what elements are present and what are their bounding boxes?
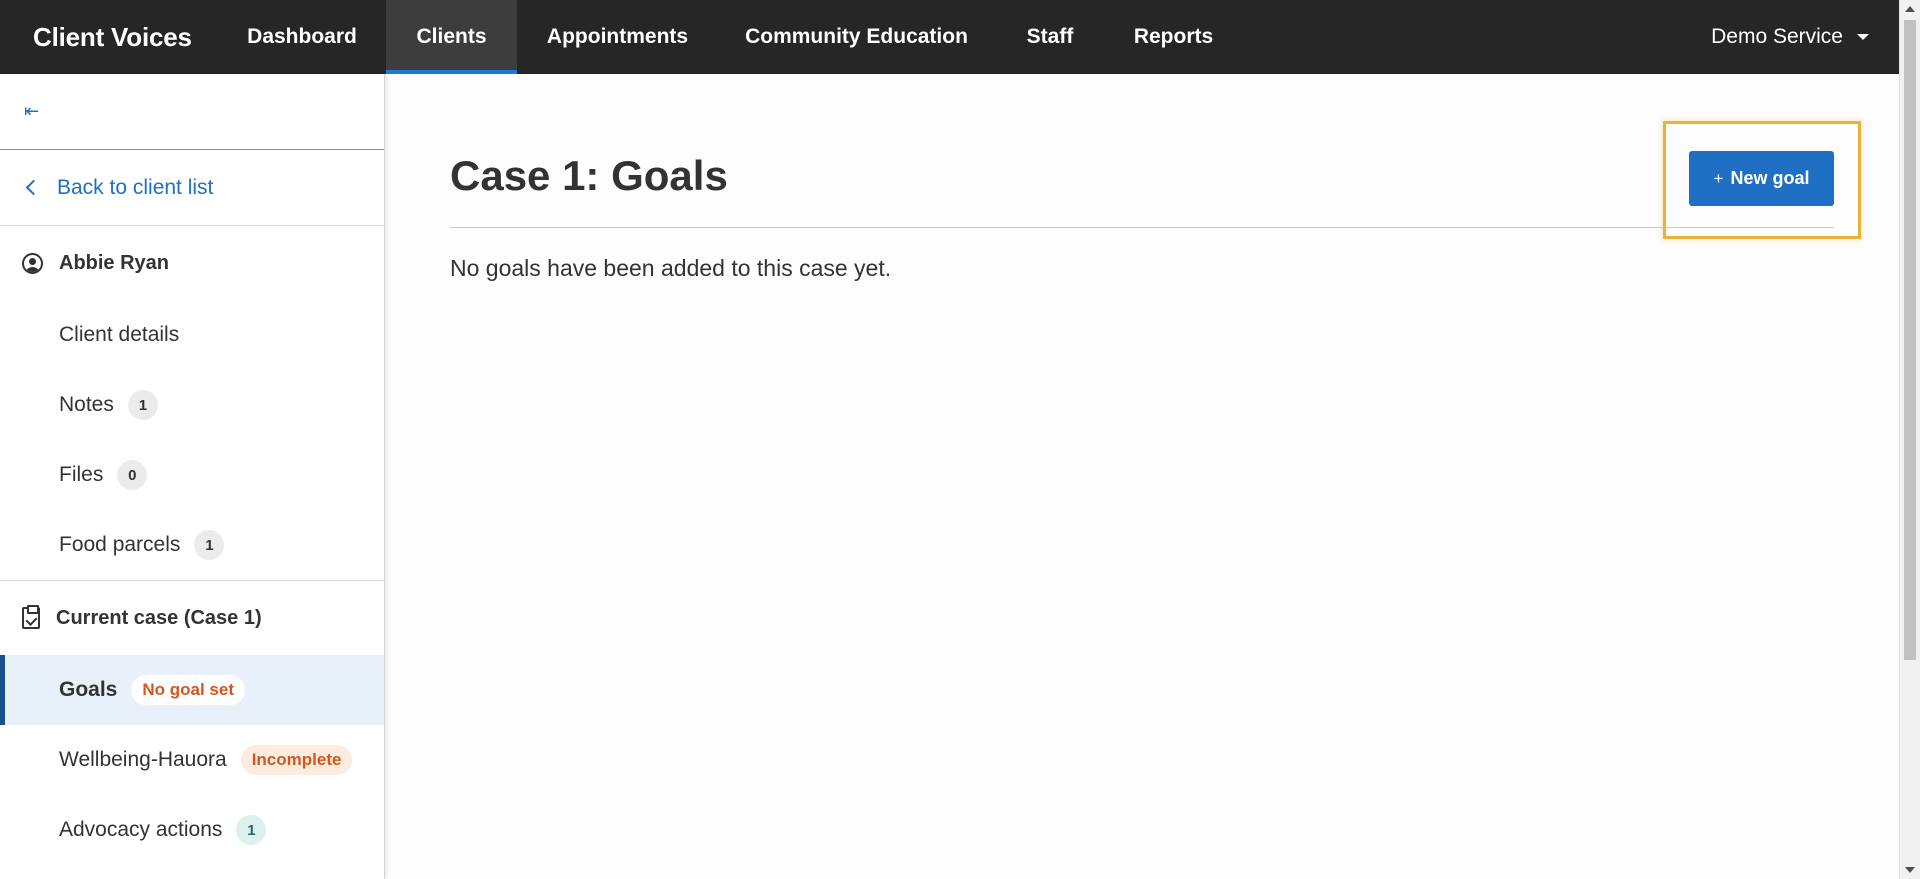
chevron-left-icon <box>25 179 42 196</box>
sidebar-item-label: Wellbeing-Hauora <box>59 748 227 771</box>
scroll-up-icon[interactable] <box>1905 6 1915 12</box>
sidebar-item-label: Goals <box>59 678 118 701</box>
scroll-down-icon[interactable] <box>1905 867 1915 873</box>
clipboard-check-icon <box>22 605 40 629</box>
main-nav: Dashboard Clients Appointments Community… <box>218 0 1242 74</box>
count-badge: 1 <box>194 530 225 560</box>
main-content: Case 1: Goals + New goal No goals have b… <box>450 74 1861 282</box>
top-navbar: Client Voices Dashboard Clients Appointm… <box>0 0 1899 74</box>
sidebar-collapse-row: ⇤ <box>0 74 384 150</box>
back-link-label: Back to client list <box>57 175 214 199</box>
page-title: Case 1: Goals <box>450 152 728 199</box>
status-badge: Incomplete <box>240 745 353 775</box>
user-circle-icon <box>22 252 43 274</box>
sidebar-item-advocacy-actions[interactable]: Advocacy actions 1 <box>0 795 384 865</box>
caret-down-icon <box>1857 34 1869 40</box>
sidebar-item-label: Food parcels <box>59 533 181 556</box>
sidebar-item-label: Notes <box>59 393 114 416</box>
case-section-header: Current case (Case 1) <box>0 581 384 655</box>
count-badge: 0 <box>117 460 148 490</box>
sidebar-item-label: Advocacy actions <box>59 818 223 841</box>
sidebar-item-client-details[interactable]: Client details <box>0 300 384 370</box>
status-badge: No goal set <box>131 675 245 705</box>
collapse-sidebar-icon[interactable]: ⇤ <box>24 101 39 122</box>
nav-dashboard[interactable]: Dashboard <box>218 0 386 74</box>
account-menu[interactable]: Demo Service <box>1711 0 1869 74</box>
count-badge: 1 <box>236 815 267 845</box>
plus-icon: + <box>1713 168 1724 188</box>
sidebar-item-goals[interactable]: Goals No goal set <box>0 655 384 725</box>
sidebar-item-wellbeing-hauora[interactable]: Wellbeing-Hauora Incomplete <box>0 725 384 795</box>
case-title: Current case (Case 1) <box>56 606 262 629</box>
nav-appointments[interactable]: Appointments <box>517 0 718 74</box>
scrollbar-thumb[interactable] <box>1904 20 1916 660</box>
count-badge: 1 <box>127 390 158 420</box>
empty-state-message: No goals have been added to this case ye… <box>450 255 892 281</box>
client-section-header: Abbie Ryan <box>0 226 384 300</box>
nav-staff[interactable]: Staff <box>995 0 1105 74</box>
page-scrollbar[interactable] <box>1899 0 1920 879</box>
page-header: Case 1: Goals + New goal <box>450 74 1861 239</box>
sidebar-item-files[interactable]: Files 0 <box>0 440 384 510</box>
new-goal-button[interactable]: + New goal <box>1689 151 1834 206</box>
client-name: Abbie Ryan <box>59 251 170 274</box>
sidebar-item-label: Client details <box>59 323 180 346</box>
nav-clients[interactable]: Clients <box>386 0 517 74</box>
case-sidebar: ⇤ Back to client list Abbie Ryan Client … <box>0 74 385 879</box>
sidebar-item-label: Files <box>59 463 104 486</box>
app-brand[interactable]: Client Voices <box>0 0 218 74</box>
account-label: Demo Service <box>1711 25 1843 48</box>
sidebar-item-notes[interactable]: Notes 1 <box>0 370 384 440</box>
nav-community-education[interactable]: Community Education <box>718 0 995 74</box>
new-goal-label: New goal <box>1730 168 1810 188</box>
nav-reports[interactable]: Reports <box>1105 0 1242 74</box>
sidebar-item-food-parcels[interactable]: Food parcels 1 <box>0 510 384 580</box>
back-to-client-list-link[interactable]: Back to client list <box>0 150 384 226</box>
